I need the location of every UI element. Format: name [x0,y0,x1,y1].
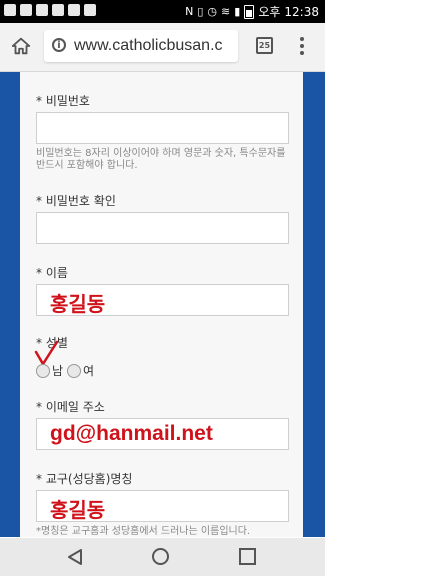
signal-icon: ▮ [234,5,241,18]
page-content[interactable]: * 비밀번호 비밀번호는 8자리 이상이어야 하며 영문과 숫자, 특수문자를 … [0,72,325,537]
message-icon [52,4,64,16]
status-bar: N ▯ ◷ ≋ ▮ 오후 12:38 [0,0,325,23]
wifi-icon: ≋ [221,5,231,18]
menu-dot-icon [300,44,304,48]
password-label: * 비밀번호 [36,94,90,108]
parish-nickname-input[interactable]: 홍길동 [36,490,289,522]
name-input[interactable]: 홍길동 [36,284,289,316]
app-icon [68,4,80,16]
menu-dot-icon [300,51,304,55]
notification-icons [4,4,96,16]
play-icon [20,4,32,16]
address-bar[interactable]: i www.catholicbusan.c [44,30,238,62]
info-icon[interactable]: i [52,38,66,52]
email-input[interactable]: gd@hanmail.net [36,418,289,450]
menu-dot-icon [300,37,304,41]
parish-nickname-value: 홍길동 [50,498,106,522]
parish-nickname-label: * 교구(성당홈)명칭 [36,472,133,486]
mail-icon [36,4,48,16]
password-input[interactable] [36,112,289,144]
name-value: 홍길동 [50,292,106,316]
email-value: gd@hanmail.net [50,422,213,445]
gender-female-label[interactable]: 여 [83,362,94,379]
phone-screen: N ▯ ◷ ≋ ▮ 오후 12:38 i www.catholicbusan.c… [0,0,325,576]
nfc-icon: N [185,5,194,18]
parish-nickname-hint: *명칭은 교구홈과 성당홈에서 드러나는 이름입니다. [36,526,251,537]
home-icon [11,37,31,55]
tab-switcher-button[interactable]: 25 [256,37,273,54]
url-text[interactable]: www.catholicbusan.c [74,37,223,55]
password-confirm-input[interactable] [36,212,289,244]
gender-male-label[interactable]: 남 [52,362,63,379]
battery-icon [244,4,255,19]
alarm-icon: ◷ [207,5,218,18]
back-icon[interactable] [66,548,84,566]
system-status: N ▯ ◷ ≋ ▮ 오후 12:38 [185,3,319,20]
home-button[interactable] [8,33,34,59]
home-nav-icon[interactable] [152,548,169,565]
gender-male-radio[interactable] [36,363,50,378]
ampm-text: 오후 [258,5,281,19]
password-confirm-label: * 비밀번호 확인 [36,194,116,208]
overflow-menu-button[interactable] [297,35,307,57]
gender-radio-group: 남 여 [36,362,98,379]
recent-apps-icon[interactable] [239,548,256,565]
browser-toolbar: i www.catholicbusan.c 25 [0,23,325,72]
system-navigation-bar [0,538,325,576]
name-label: * 이름 [36,266,68,280]
email-label: * 이메일 주소 [36,400,105,414]
gender-female-radio[interactable] [67,363,82,378]
signup-form-card: * 비밀번호 비밀번호는 8자리 이상이어야 하며 영문과 숫자, 특수문자를 … [20,72,303,537]
vibrate-icon: ▯ [197,5,204,18]
password-hint: 비밀번호는 8자리 이상이어야 하며 영문과 숫자, 특수문자를 반드시 포함해… [36,148,286,171]
clock-time: 12:38 [284,4,319,19]
image-icon [84,4,96,16]
app-notification-icon [4,4,16,16]
